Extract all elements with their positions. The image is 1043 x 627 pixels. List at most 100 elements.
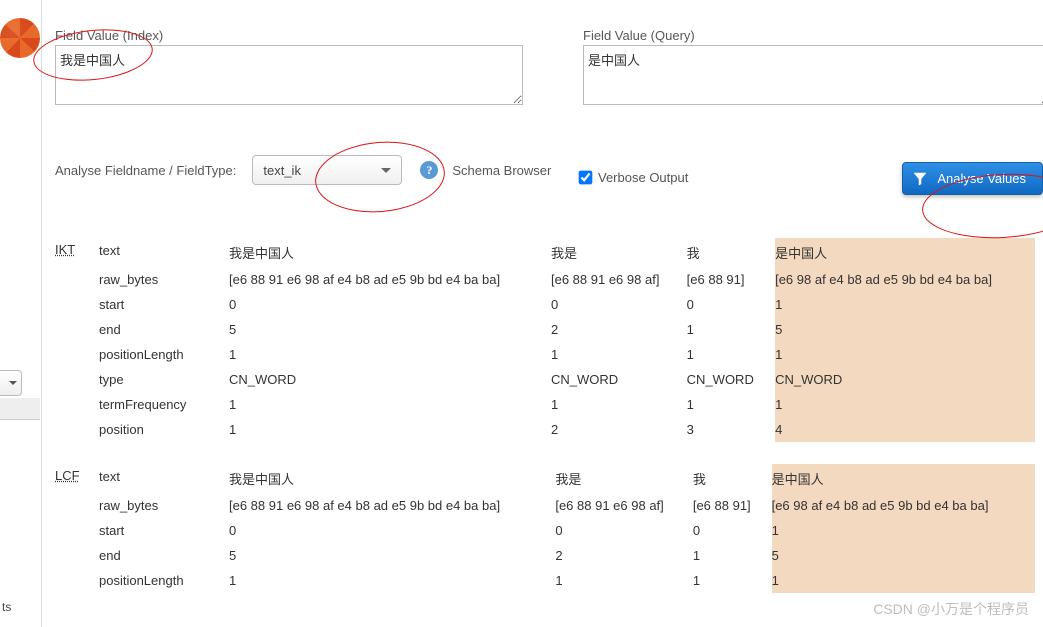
analyse-button-label: Analyse Values: [937, 171, 1026, 186]
edge-cut-cell: [1035, 518, 1043, 543]
token-cell: 我: [693, 464, 772, 493]
attr-name-cell: start: [99, 518, 229, 543]
schema-browser-link[interactable]: Schema Browser: [452, 163, 551, 178]
table-row: positionLength1111: [99, 342, 1043, 367]
nav-item-fragment[interactable]: ts: [2, 600, 11, 614]
fieldtype-dropdown-value: text_ik: [263, 163, 301, 178]
nav-active-item[interactable]: [0, 398, 40, 420]
token-cell: 1: [551, 392, 687, 417]
token-cell: 5: [229, 317, 551, 342]
attr-name-cell: positionLength: [99, 568, 229, 593]
token-cell: [e6 88 91 e6 98 af e4 b8 ad e5 9b bd e4 …: [229, 493, 555, 518]
fieldtype-dropdown[interactable]: text_ik: [252, 155, 402, 185]
edge-cut-cell: [1035, 317, 1043, 342]
attr-name-cell: termFrequency: [99, 392, 229, 417]
token-cell: 是中国人: [775, 238, 1035, 267]
attr-name-cell: end: [99, 317, 229, 342]
fieldtype-label: Analyse Fieldname / FieldType:: [55, 163, 236, 178]
token-cell: CN_WORD: [687, 367, 775, 392]
token-cell: 3: [687, 417, 775, 442]
analyzer-block: LCFtext我是中国人我是我是中国人raw_bytes[e6 88 91 e6…: [55, 464, 1043, 593]
query-field-block: Field Value (Query): [583, 28, 1043, 108]
token-cell: 0: [551, 292, 687, 317]
analysis-table: text我是中国人我是我是中国人raw_bytes[e6 88 91 e6 98…: [99, 464, 1043, 593]
token-cell: 是中国人: [772, 464, 1035, 493]
token-cell: 2: [551, 317, 687, 342]
analyzer-block: IKTtext我是中国人我是我是中国人raw_bytes[e6 88 91 e6…: [55, 238, 1043, 442]
index-field-textarea[interactable]: [55, 45, 523, 105]
token-cell: 5: [775, 317, 1035, 342]
token-cell: CN_WORD: [551, 367, 687, 392]
token-cell: 我是中国人: [229, 238, 551, 267]
token-cell: 1: [772, 568, 1035, 593]
analysis-table: text我是中国人我是我是中国人raw_bytes[e6 88 91 e6 98…: [99, 238, 1043, 442]
edge-cut-cell: [1035, 342, 1043, 367]
token-cell: 1: [229, 417, 551, 442]
token-cell: 1: [229, 342, 551, 367]
token-cell: 2: [555, 543, 693, 568]
controls-row: Analyse Fieldname / FieldType: text_ik ?…: [55, 138, 1043, 202]
attr-name-cell: text: [99, 464, 229, 493]
token-cell: 4: [775, 417, 1035, 442]
table-row: raw_bytes[e6 88 91 e6 98 af e4 b8 ad e5 …: [99, 267, 1043, 292]
attr-name-cell: positionLength: [99, 342, 229, 367]
edge-cut-cell: [1035, 464, 1043, 493]
token-cell: [e6 98 af e4 b8 ad e5 9b bd e4 ba ba]: [775, 267, 1035, 292]
token-cell: 我是: [555, 464, 693, 493]
attr-name-cell: position: [99, 417, 229, 442]
edge-cut-cell: [1035, 392, 1043, 417]
edge-cut-cell: [1035, 267, 1043, 292]
token-cell: [e6 88 91]: [693, 493, 772, 518]
edge-cut-cell: [1035, 367, 1043, 392]
edge-cut-cell: [1035, 493, 1043, 518]
table-row: termFrequency1111: [99, 392, 1043, 417]
help-icon[interactable]: ?: [420, 161, 438, 179]
token-cell: CN_WORD: [775, 367, 1035, 392]
attr-name-cell: raw_bytes: [99, 267, 229, 292]
solr-logo-icon: [0, 18, 40, 58]
analyzer-abbr: LCF: [55, 464, 99, 483]
token-cell: 1: [687, 317, 775, 342]
collection-dropdown[interactable]: [0, 370, 22, 396]
token-cell: 1: [693, 543, 772, 568]
token-cell: 5: [229, 543, 555, 568]
table-row: end5215: [99, 543, 1043, 568]
index-field-block: Field Value (Index): [55, 28, 523, 108]
token-cell: 1: [772, 518, 1035, 543]
verbose-checkbox[interactable]: [579, 171, 593, 185]
token-cell: 1: [687, 392, 775, 417]
left-sidebar: ts: [0, 0, 42, 627]
token-cell: 1: [229, 568, 555, 593]
attr-name-cell: type: [99, 367, 229, 392]
attr-name-cell: raw_bytes: [99, 493, 229, 518]
edge-cut-cell: [1035, 417, 1043, 442]
attr-name-cell: text: [99, 238, 229, 267]
attr-name-cell: end: [99, 543, 229, 568]
token-cell: 1: [551, 342, 687, 367]
token-cell: [e6 88 91 e6 98 af]: [551, 267, 687, 292]
edge-cut-cell: [1035, 568, 1043, 593]
table-row: position1234: [99, 417, 1043, 442]
edge-cut-cell: [1035, 238, 1043, 267]
analysis-results: IKTtext我是中国人我是我是中国人raw_bytes[e6 88 91 e6…: [55, 238, 1043, 593]
table-row: positionLength1111: [99, 568, 1043, 593]
index-field-label: Field Value (Index): [55, 28, 523, 43]
table-row: text我是中国人我是我是中国人: [99, 238, 1043, 267]
token-cell: 0: [229, 292, 551, 317]
token-cell: 1: [687, 342, 775, 367]
token-cell: 0: [555, 518, 693, 543]
token-cell: 0: [229, 518, 555, 543]
field-inputs-row: Field Value (Index) Field Value (Query): [55, 28, 1043, 108]
analyse-values-button[interactable]: Analyse Values: [902, 162, 1043, 195]
table-row: raw_bytes[e6 88 91 e6 98 af e4 b8 ad e5 …: [99, 493, 1043, 518]
token-cell: 0: [693, 518, 772, 543]
token-cell: [e6 88 91 e6 98 af e4 b8 ad e5 9b bd e4 …: [229, 267, 551, 292]
token-cell: 我: [687, 238, 775, 267]
table-row: typeCN_WORDCN_WORDCN_WORDCN_WORD: [99, 367, 1043, 392]
token-cell: 5: [772, 543, 1035, 568]
query-field-textarea[interactable]: [583, 45, 1043, 105]
token-cell: [e6 98 af e4 b8 ad e5 9b bd e4 ba ba]: [772, 493, 1035, 518]
token-cell: 1: [229, 392, 551, 417]
token-cell: 1: [693, 568, 772, 593]
token-cell: [e6 88 91 e6 98 af]: [555, 493, 693, 518]
